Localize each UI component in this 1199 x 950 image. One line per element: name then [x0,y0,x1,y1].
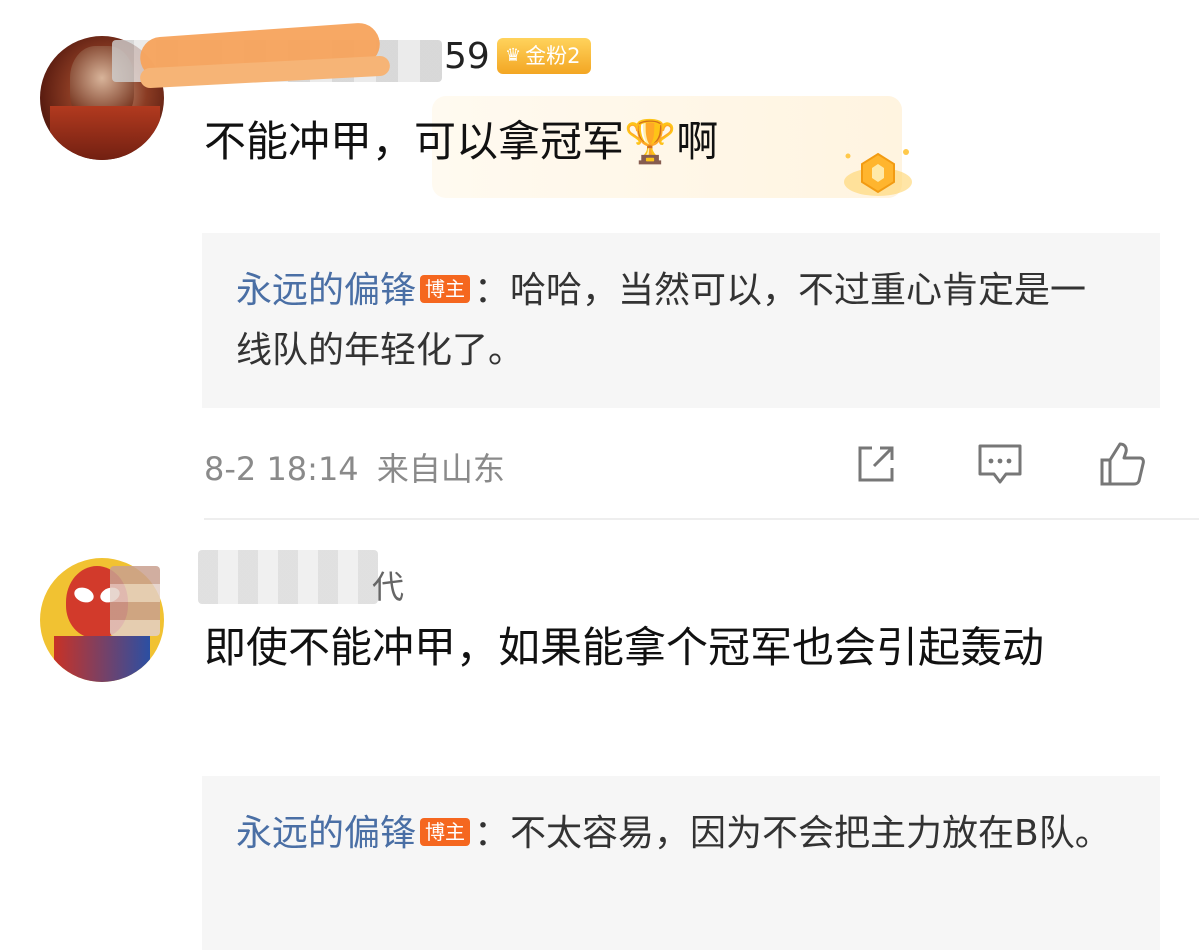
comment-text: 即使不能冲甲，如果能拿个冠军也会引起轰动 [204,623,1045,672]
redacted-avatar-overlay [110,566,160,636]
timestamp: 8-2 18:14 [204,450,359,488]
reply-author[interactable]: 永远的偏锋 [236,270,416,311]
comment-icon[interactable] [976,440,1024,488]
author-reply[interactable]: 永远的偏锋 博主 ：哈哈，当然可以，不过重心肯定是一线队的年轻化了。 [202,233,1160,408]
location: 来自山东 [376,450,505,488]
redacted-username [198,550,378,604]
comment-text: 不能冲甲，可以拿冠军🏆啊 [204,117,719,166]
crown-icon: ♛ [505,45,522,66]
medal-icon [844,149,912,196]
share-icon[interactable] [852,440,900,488]
reply-author[interactable]: 永远的偏锋 [236,813,416,854]
comment-item-1: 59 ♛ 金粉2 不能冲甲，可以拿冠军🏆啊 永远的偏锋 博主 ：哈哈，当然可以，不过… [0,0,1199,520]
like-icon[interactable] [1098,440,1146,488]
username[interactable]: 59 [444,36,490,77]
owner-badge: 博主 [420,275,471,303]
username[interactable]: 代 [372,562,404,608]
owner-badge: 博主 [420,818,471,846]
comment-item-2: 代 即使不能冲甲，如果能拿个冠军也会引起轰动 永远的偏锋 博主 ：不太容易，因为不会… [0,520,1199,950]
reply-text: ：不太容易，因为不会把主力放在B队。 [474,813,1111,854]
comment-meta: 8-2 18:14 来自山东 [204,444,505,490]
author-reply[interactable]: 永远的偏锋 博主 ：不太容易，因为不会把主力放在B队。 [202,776,1160,950]
fan-level-badge[interactable]: ♛ 金粉2 [497,38,591,74]
